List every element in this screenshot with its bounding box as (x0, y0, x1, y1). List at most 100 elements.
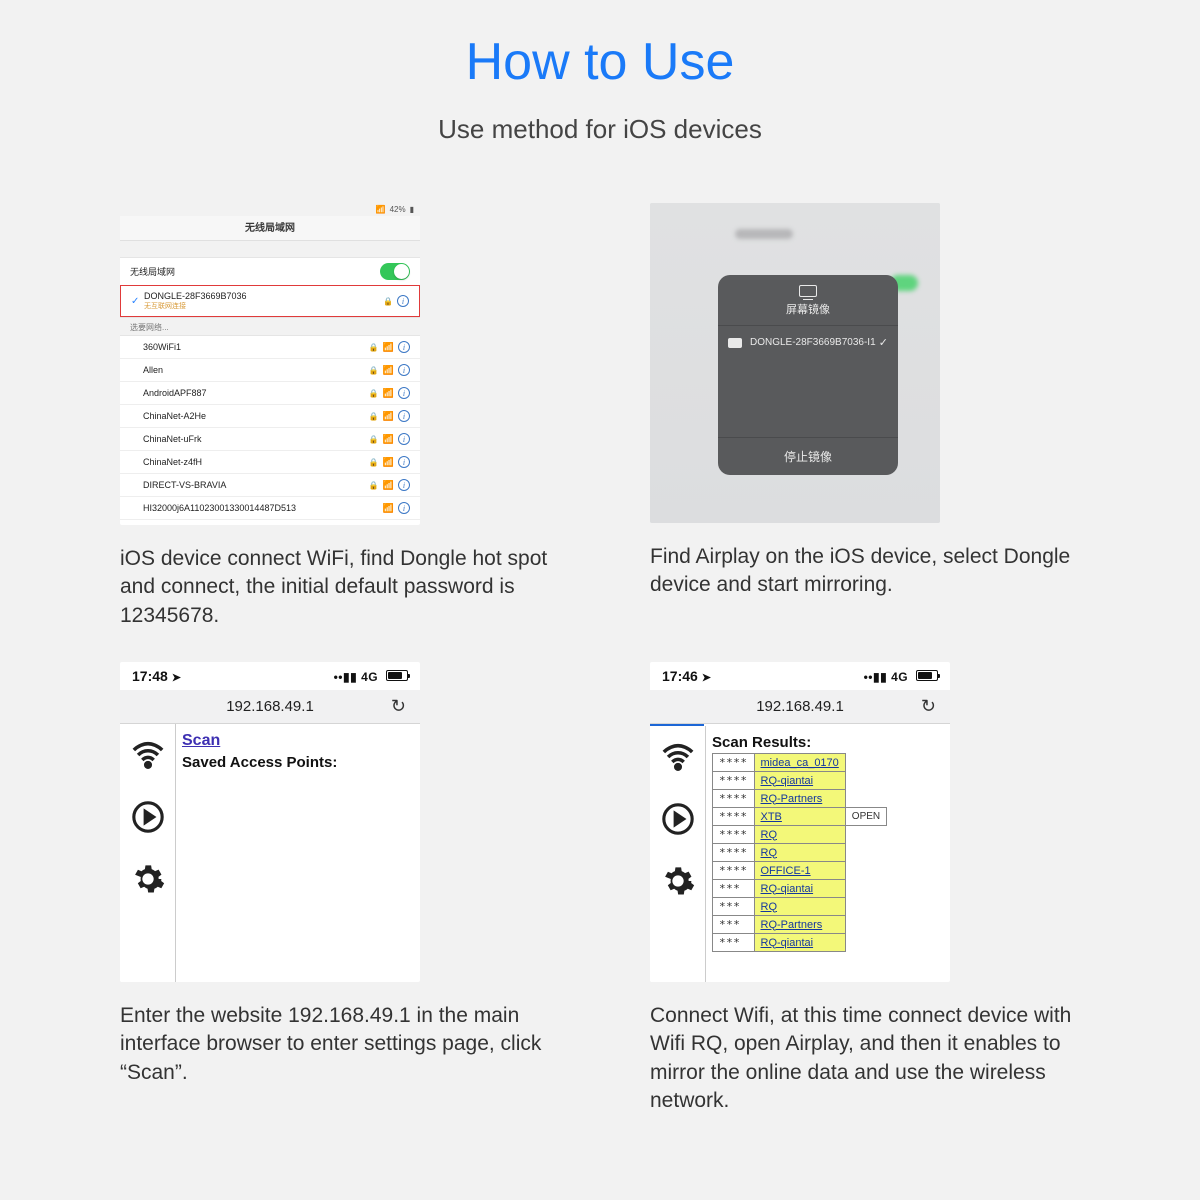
network-row[interactable]: ChinaNet-uFrk🔒📶i (120, 427, 420, 450)
scan-result-row: **** OFFICE-1 (713, 862, 887, 880)
scan-ssid-link[interactable]: OFFICE-1 (761, 865, 811, 877)
scan-result-row: **** RQ-Partners (713, 790, 887, 808)
airplay-target-row[interactable]: DONGLE-28F3669B7036-I1 ✓ (718, 326, 898, 359)
airplay-stop-button[interactable]: 停止镜像 (718, 437, 898, 475)
wifi-toggle[interactable] (380, 263, 410, 280)
info-icon[interactable]: i (398, 502, 410, 514)
network-row[interactable]: HI32000j6A11023001330014487D513📶i (120, 496, 420, 519)
lock-icon: 🔒 (369, 481, 379, 490)
address-bar[interactable]: 192.168.49.1 ↻ (650, 690, 950, 724)
play-icon[interactable] (661, 802, 695, 836)
wifi-signal-icon: 📶 (383, 457, 394, 468)
signal-bars: **** (713, 862, 755, 880)
network-ssid: Allen (143, 365, 369, 375)
signal-bars: **** (713, 790, 755, 808)
scan-ssid-cell[interactable]: RQ-qiantai (754, 880, 845, 898)
reload-icon[interactable]: ↻ (391, 696, 406, 717)
wifi-icon[interactable] (131, 738, 165, 772)
gear-icon[interactable] (131, 862, 165, 896)
scan-ssid-cell[interactable]: RQ-qiantai (754, 772, 845, 790)
scan-ssid-link[interactable]: RQ-qiantai (761, 937, 814, 949)
status-right: ••▮▮ 4G (864, 668, 938, 684)
check-icon: ✓ (131, 296, 141, 307)
scan-ssid-cell[interactable]: RQ (754, 826, 845, 844)
config-main: Scan Saved Access Points: (176, 724, 420, 982)
network-row[interactable]: ChinaNet-A2He🔒📶i (120, 404, 420, 427)
network-row[interactable]: Allen🔒📶i (120, 358, 420, 381)
config-sidebar (120, 724, 176, 982)
scan-result-row: *** RQ-qiantai (713, 934, 887, 952)
signal-bars: *** (713, 934, 755, 952)
wifi-toggle-row[interactable]: 无线局域网 (120, 258, 420, 285)
scan-ssid-cell[interactable]: RQ (754, 844, 845, 862)
networks-header: 选要网络... (120, 318, 420, 335)
battery-icon (916, 670, 938, 681)
wifi-icon[interactable] (661, 740, 695, 774)
scan-result-row: ****RQ (713, 844, 887, 862)
check-icon: ✓ (879, 336, 888, 349)
scan-ssid-cell[interactable]: XTB (754, 808, 845, 826)
scan-result-row: ****RQ (713, 826, 887, 844)
screenshot-browser-scan: 17:48 ➤ ••▮▮ 4G 192.168.49.1 ↻ (120, 662, 420, 982)
scan-result-row: ****midea_ca_0170 (713, 754, 887, 772)
scan-results-table: ****midea_ca_0170 **** RQ-qiantai **** RQ-Pa… (712, 753, 887, 952)
connected-network-row[interactable]: ✓ DONGLE-28F3669B7036 无互联网连接 🔒 i (120, 285, 420, 317)
scan-ssid-cell[interactable]: midea_ca_0170 (754, 754, 845, 772)
lock-icon: 🔒 (369, 435, 379, 444)
gear-icon[interactable] (661, 864, 695, 898)
network-row[interactable]: AndroidAPF887🔒📶i (120, 381, 420, 404)
info-icon[interactable]: i (398, 410, 410, 422)
step-4-caption: Connect Wifi, at this time connect devic… (650, 1002, 1080, 1115)
network-ssid: AndroidAPF887 (143, 388, 369, 398)
network-row[interactable]: DIRECT-VS-BRAVIA🔒📶i (120, 473, 420, 496)
scan-ssid-cell[interactable]: RQ-Partners (754, 790, 845, 808)
step-3-caption: Enter the website 192.168.49.1 in the ma… (120, 1002, 550, 1087)
info-icon[interactable]: i (398, 364, 410, 376)
scan-ssid-cell[interactable]: OFFICE-1 (754, 862, 845, 880)
scan-ssid-link[interactable]: RQ-qiantai (761, 775, 814, 787)
connected-ssid: DONGLE-28F3669B7036 (144, 291, 247, 301)
network-label: 4G (361, 670, 378, 684)
open-label: OPEN (845, 808, 886, 826)
network-ssid: ChinaNet-A2He (143, 411, 369, 421)
status-bar: 17:46 ➤ ••▮▮ 4G (650, 662, 950, 690)
scan-result-row: ***RQ (713, 898, 887, 916)
lock-icon: 🔒 (369, 412, 379, 421)
address-bar[interactable]: 192.168.49.1 ↻ (120, 690, 420, 724)
scan-ssid-cell[interactable]: RQ-qiantai (754, 934, 845, 952)
info-icon[interactable]: i (398, 387, 410, 399)
location-icon: ➤ (172, 672, 181, 684)
network-row[interactable]: ChinaNet-z4fH🔒📶i (120, 450, 420, 473)
reload-icon[interactable]: ↻ (921, 696, 936, 717)
info-icon[interactable]: i (398, 341, 410, 353)
network-ssid: ChinaNet-z4fH (143, 457, 369, 467)
info-icon[interactable]: i (398, 479, 410, 491)
scan-ssid-link[interactable]: RQ-Partners (761, 793, 823, 805)
play-icon[interactable] (131, 800, 165, 834)
scan-ssid-link[interactable]: RQ (761, 829, 778, 841)
signal-bars: *** (713, 916, 755, 934)
airplay-modal: 屏幕镜像 DONGLE-28F3669B7036-I1 ✓ 停止镜像 (718, 275, 898, 475)
info-icon[interactable]: i (398, 456, 410, 468)
step-1-caption: iOS device connect WiFi, find Dongle hot… (120, 545, 550, 630)
network-row[interactable]: 360WiFi1🔒📶i (120, 336, 420, 358)
info-icon[interactable]: i (397, 295, 409, 307)
page-title: How to Use (0, 0, 1200, 92)
scan-result-row: *** RQ-Partners (713, 916, 887, 934)
airplay-title: 屏幕镜像 (718, 301, 898, 317)
scan-ssid-link[interactable]: RQ (761, 901, 778, 913)
scan-link[interactable]: Scan (182, 732, 220, 749)
scan-ssid-link[interactable]: midea_ca_0170 (761, 757, 839, 769)
scan-ssid-cell[interactable]: RQ (754, 898, 845, 916)
device-icon (728, 338, 742, 348)
scan-ssid-link[interactable]: RQ-Partners (761, 919, 823, 931)
scan-ssid-link[interactable]: RQ (761, 847, 778, 859)
info-icon[interactable]: i (398, 433, 410, 445)
scan-ssid-cell[interactable]: RQ-Partners (754, 916, 845, 934)
network-row[interactable]: HI3200125A110230013300144015I513📶i (120, 519, 420, 525)
scan-ssid-link[interactable]: RQ-qiantai (761, 883, 814, 895)
scan-ssid-link[interactable]: XTB (761, 811, 782, 823)
network-ssid: HI32000j6A11023001330014487D513 (143, 503, 383, 513)
screenshot-wifi-settings: 📶 42% ▮ 无线局域网 无线局域网 ✓ DONGLE-28F3669B703… (120, 203, 420, 525)
status-bar: 17:48 ➤ ••▮▮ 4G (120, 662, 420, 690)
